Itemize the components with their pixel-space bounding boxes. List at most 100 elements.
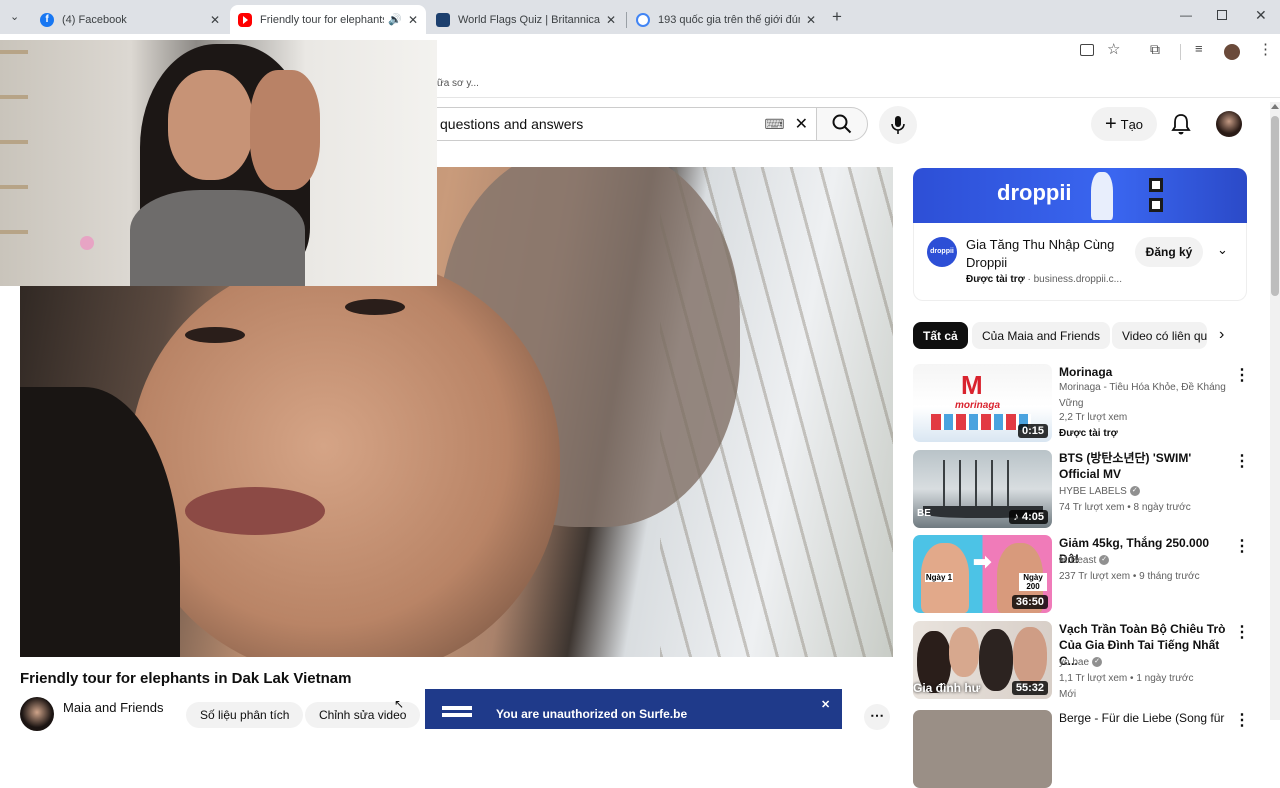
qr-code-icon — [1149, 178, 1163, 192]
sponsored-label: Được tài trợ — [1059, 428, 1118, 439]
create-label: Tạo — [1120, 116, 1144, 132]
channel-name[interactable]: Maia and Friends — [63, 700, 163, 715]
more-actions-button[interactable]: ⋯ — [864, 704, 890, 730]
tab-search-icon[interactable]: ⌄ — [10, 10, 19, 23]
plus-icon: + — [1104, 112, 1117, 135]
tab-google[interactable]: 193 quốc gia trên thế giới đúng ✕ — [628, 5, 824, 34]
rec-title[interactable]: Berge - Für die Liebe (Song für — [1059, 710, 1231, 726]
surfe-message: You are unauthorized on Surfe.be — [496, 707, 688, 721]
britannica-icon — [436, 12, 450, 27]
create-button[interactable]: + Tạo — [1091, 107, 1157, 141]
browser-menu-icon[interactable]: ⋮ — [1258, 40, 1273, 58]
rec-title[interactable]: BTS (방탄소년단) 'SWIM' Official MV — [1059, 450, 1231, 482]
hybe-badge: BE — [917, 508, 931, 519]
extensions-icon[interactable]: ⧉ — [1150, 41, 1160, 58]
chip-channel[interactable]: Của Maia and Friends — [972, 322, 1111, 349]
ad-subscribe-button[interactable]: Đăng ký — [1135, 237, 1203, 267]
video-thumbnail[interactable] — [913, 710, 1052, 788]
media-control-icon[interactable]: ≡ — [1195, 41, 1203, 56]
keyboard-icon[interactable]: ⌨ — [764, 116, 784, 133]
video-thumbnail[interactable]: M morinaga 0:15 — [913, 364, 1052, 442]
search-input[interactable]: questions and answers — [440, 116, 764, 132]
verified-icon: ✓ — [1092, 657, 1103, 668]
ad-sponsored-line: Được tài trợ · business.droppii.c... — [966, 274, 1122, 285]
video-title: Friendly tour for elephants in Dak Lak V… — [20, 670, 352, 687]
page-scrollbar[interactable] — [1270, 102, 1280, 720]
video-frame-face — [130, 257, 560, 657]
clear-search-icon[interactable]: ✕ — [795, 114, 808, 134]
droppii-logo: droppii — [997, 180, 1072, 205]
subscribe-label: Đăng ký — [1145, 245, 1193, 259]
google-icon — [636, 12, 650, 27]
rec-channel: MrBeast ✓ — [1059, 553, 1231, 569]
profile-avatar[interactable] — [1224, 44, 1240, 60]
search-button[interactable] — [816, 107, 868, 141]
more-options-icon[interactable]: ⋮ — [1234, 365, 1250, 385]
duration-badge: 0:15 — [1017, 424, 1048, 438]
droppii-avatar[interactable]: droppii — [927, 237, 957, 267]
duration-badge: ♪ 4:05 — [1009, 510, 1048, 524]
more-options-icon[interactable]: ⋮ — [1234, 451, 1250, 471]
new-tab-button[interactable]: + — [832, 7, 842, 27]
scrollbar-up-arrow[interactable] — [1271, 104, 1279, 109]
close-window-button[interactable]: ✕ — [1255, 7, 1267, 24]
tab-title: Friendly tour for elephants — [260, 13, 385, 26]
arrow-right-icon: ➡ — [973, 549, 992, 574]
video-thumbnail[interactable]: BE ♪ 4:05 — [913, 450, 1052, 528]
restore-button[interactable] — [1217, 10, 1227, 20]
webcam-toy — [80, 236, 94, 250]
tab-title: 193 quốc gia trên thế giới đúng — [658, 13, 800, 26]
scrollbar-thumb[interactable] — [1271, 116, 1279, 296]
more-options-icon[interactable]: ⋮ — [1234, 622, 1250, 642]
surfe-logo-icon — [442, 706, 472, 710]
verified-icon: ✓ — [1129, 486, 1140, 497]
video-thumbnail[interactable]: ➡ Ngày 1 Ngày 200 36:50 — [913, 535, 1052, 613]
close-icon[interactable]: ✕ — [806, 13, 816, 27]
analytics-button[interactable]: Số liệu phân tích — [186, 702, 304, 728]
install-icon[interactable] — [1080, 44, 1094, 56]
bookmark-star-icon[interactable]: ☆ — [1107, 40, 1120, 58]
close-icon[interactable]: ✕ — [821, 698, 830, 711]
rec-views: 237 Tr lượt xem • 9 tháng trước — [1059, 571, 1200, 582]
day-1-label: Ngày 1 — [925, 573, 953, 582]
microphone-icon — [891, 116, 905, 134]
close-icon[interactable]: ✕ — [606, 13, 616, 27]
chip-all[interactable]: Tất cả — [913, 322, 968, 349]
rec-title[interactable]: Morinaga — [1059, 364, 1231, 380]
ad-title[interactable]: Gia Tăng Thu Nhập Cùng Droppii — [966, 236, 1126, 272]
tab-facebook[interactable]: f (4) Facebook ✕ — [32, 5, 228, 34]
channel-avatar[interactable] — [20, 697, 54, 731]
facebook-icon: f — [40, 12, 54, 27]
webcam-person-arm — [250, 70, 320, 190]
webcam-person-face — [168, 70, 253, 180]
close-icon[interactable]: ✕ — [210, 13, 220, 27]
video-thumbnail[interactable]: Gia đình hư 55:32 — [913, 621, 1052, 699]
account-avatar[interactable] — [1216, 111, 1242, 137]
ad-banner-figure — [1091, 172, 1113, 220]
rec-views: 1,1 Tr lượt xem • 1 ngày trước — [1059, 673, 1194, 684]
video-frame-eye-left — [185, 327, 245, 343]
ad-banner-image[interactable]: droppii — [913, 168, 1247, 223]
more-options-icon[interactable]: ⋮ — [1234, 710, 1250, 730]
rec-channel: yo bae ✓ — [1059, 655, 1231, 671]
chevron-right-icon[interactable]: › — [1219, 326, 1224, 344]
tab-separator — [626, 12, 627, 28]
more-options-icon[interactable]: ⋮ — [1234, 536, 1250, 556]
chip-related[interactable]: Video có liên qu — [1112, 322, 1207, 349]
notifications-icon[interactable] — [1171, 113, 1191, 140]
bookmark-item[interactable]: ữa sơ y... — [437, 78, 479, 89]
close-icon[interactable]: ✕ — [408, 13, 418, 27]
audio-icon[interactable]: 🔊 — [388, 13, 402, 26]
tab-youtube[interactable]: Friendly tour for elephants 🔊 ✕ — [230, 5, 426, 34]
search-icon — [832, 114, 852, 134]
tab-britannica[interactable]: World Flags Quiz | Britannica ✕ — [428, 5, 624, 34]
sponsored-label: Được tài trợ — [966, 274, 1025, 285]
chip-label: Của Maia and Friends — [982, 328, 1101, 343]
minimize-button[interactable]: — — [1180, 8, 1192, 22]
surfe-notification: You are unauthorized on Surfe.be ✕ — [425, 689, 842, 729]
search-box[interactable]: questions and answers ⌨ ✕ — [437, 107, 817, 141]
rec-channel: Morinaga - Tiêu Hóa Khỏe, Đề Kháng Vững — [1059, 382, 1226, 409]
verified-icon: ✓ — [1099, 555, 1110, 566]
chevron-down-icon[interactable]: ⌄ — [1217, 242, 1228, 258]
voice-search-button[interactable] — [879, 106, 917, 144]
